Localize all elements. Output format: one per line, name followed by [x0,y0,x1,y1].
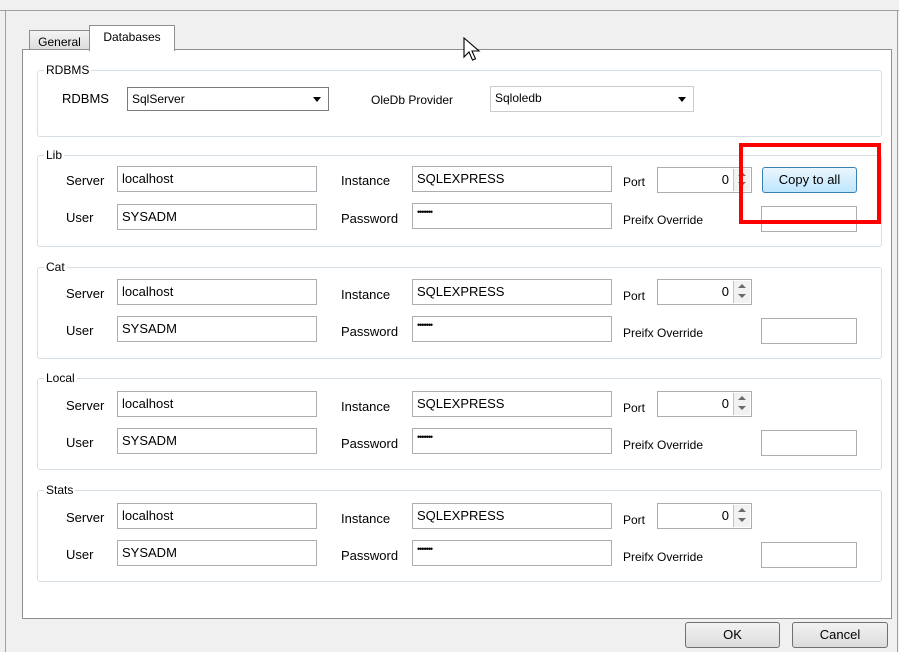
port-stepper[interactable]: 0 [657,503,752,529]
server-label: Server [66,398,105,413]
prefix-override-label: Preifx Override [623,213,704,227]
db-group-local: Local [37,372,882,470]
port-stepper[interactable]: 0 [657,391,752,417]
password-label: Password [341,324,399,339]
prefix-override-label: Preifx Override [623,326,704,340]
spin-buttons[interactable] [733,281,750,303]
port-value: 0 [721,508,729,523]
server-input[interactable]: localhost [117,391,317,417]
user-label: User [66,210,94,225]
window-right-edge [897,10,898,652]
spin-buttons[interactable] [733,393,750,415]
port-label: Port [623,401,646,415]
password-input[interactable]: ••••••• [412,540,612,566]
server-label: Server [66,173,105,188]
server-input[interactable]: localhost [117,166,317,192]
user-input[interactable]: SYSADM [117,428,317,454]
tab-databases-label: Databases [103,30,161,44]
db-group-legend: Cat [46,260,65,274]
rdbms-group-legend: RDBMS [46,63,90,77]
instance-label: Instance [341,173,391,188]
user-input[interactable]: SYSADM [117,204,317,230]
instance-label: Instance [341,287,391,302]
spin-up-icon[interactable] [738,508,746,512]
port-value: 0 [721,172,729,187]
tab-databases[interactable]: Databases [89,25,175,51]
chevron-down-icon [678,97,686,102]
password-label: Password [341,548,399,563]
mouse-pointer-icon [463,37,481,61]
spin-down-icon[interactable] [738,518,746,522]
db-group-legend: Stats [46,483,74,497]
instance-input[interactable]: SQLEXPRESS [412,391,612,417]
prefix-override-input[interactable] [761,430,857,456]
oledb-provider-label: OleDb Provider [371,93,454,107]
password-label: Password [341,211,399,226]
db-group-legend: Lib [46,148,63,162]
password-label: Password [341,436,399,451]
password-input[interactable]: ••••••• [412,203,612,229]
server-input[interactable]: localhost [117,503,317,529]
server-label: Server [66,510,105,525]
spin-up-icon[interactable] [738,396,746,400]
db-group-stats: Stats [37,484,882,582]
spin-down-icon[interactable] [738,406,746,410]
prefix-override-label: Preifx Override [623,550,704,564]
password-input[interactable]: ••••••• [412,428,612,454]
databases-tab-panel: RDBMS RDBMS SqlServer OleDb Provider Sql… [22,49,892,619]
prefix-override-label: Preifx Override [623,438,704,452]
prefix-override-input[interactable] [761,318,857,344]
annotation-highlight-box [739,143,881,224]
prefix-override-input[interactable] [761,542,857,568]
instance-input[interactable]: SQLEXPRESS [412,166,612,192]
port-stepper[interactable]: 0 [657,167,752,193]
oledb-provider-select-value: Sqloledb [495,91,542,105]
oledb-provider-select[interactable]: Sqloledb [490,86,694,112]
port-label: Port [623,289,646,303]
ok-button[interactable]: OK [685,622,780,648]
spin-buttons[interactable] [733,505,750,527]
chevron-down-icon [313,97,321,102]
db-group-cat: Cat [37,261,882,359]
port-value: 0 [721,284,729,299]
port-stepper[interactable]: 0 [657,279,752,305]
cancel-button[interactable]: Cancel [792,622,888,648]
user-input[interactable]: SYSADM [117,316,317,342]
instance-label: Instance [341,511,391,526]
user-input[interactable]: SYSADM [117,540,317,566]
port-label: Port [623,175,646,189]
tab-general-label: General [38,35,81,49]
user-label: User [66,435,94,450]
window-top-edge [0,0,899,11]
spin-down-icon[interactable] [738,294,746,298]
server-input[interactable]: localhost [117,279,317,305]
server-label: Server [66,286,105,301]
rdbms-label: RDBMS [62,91,109,106]
instance-label: Instance [341,399,391,414]
tab-general[interactable]: General [29,30,90,50]
db-group-legend: Local [46,371,75,385]
port-value: 0 [721,396,729,411]
password-input[interactable]: ••••••• [412,316,612,342]
port-label: Port [623,513,646,527]
user-label: User [66,547,94,562]
rdbms-select[interactable]: SqlServer [127,87,329,111]
instance-input[interactable]: SQLEXPRESS [412,503,612,529]
rdbms-select-value: SqlServer [132,92,185,106]
spin-up-icon[interactable] [738,284,746,288]
instance-input[interactable]: SQLEXPRESS [412,279,612,305]
user-label: User [66,323,94,338]
window-left-edge [5,10,6,652]
